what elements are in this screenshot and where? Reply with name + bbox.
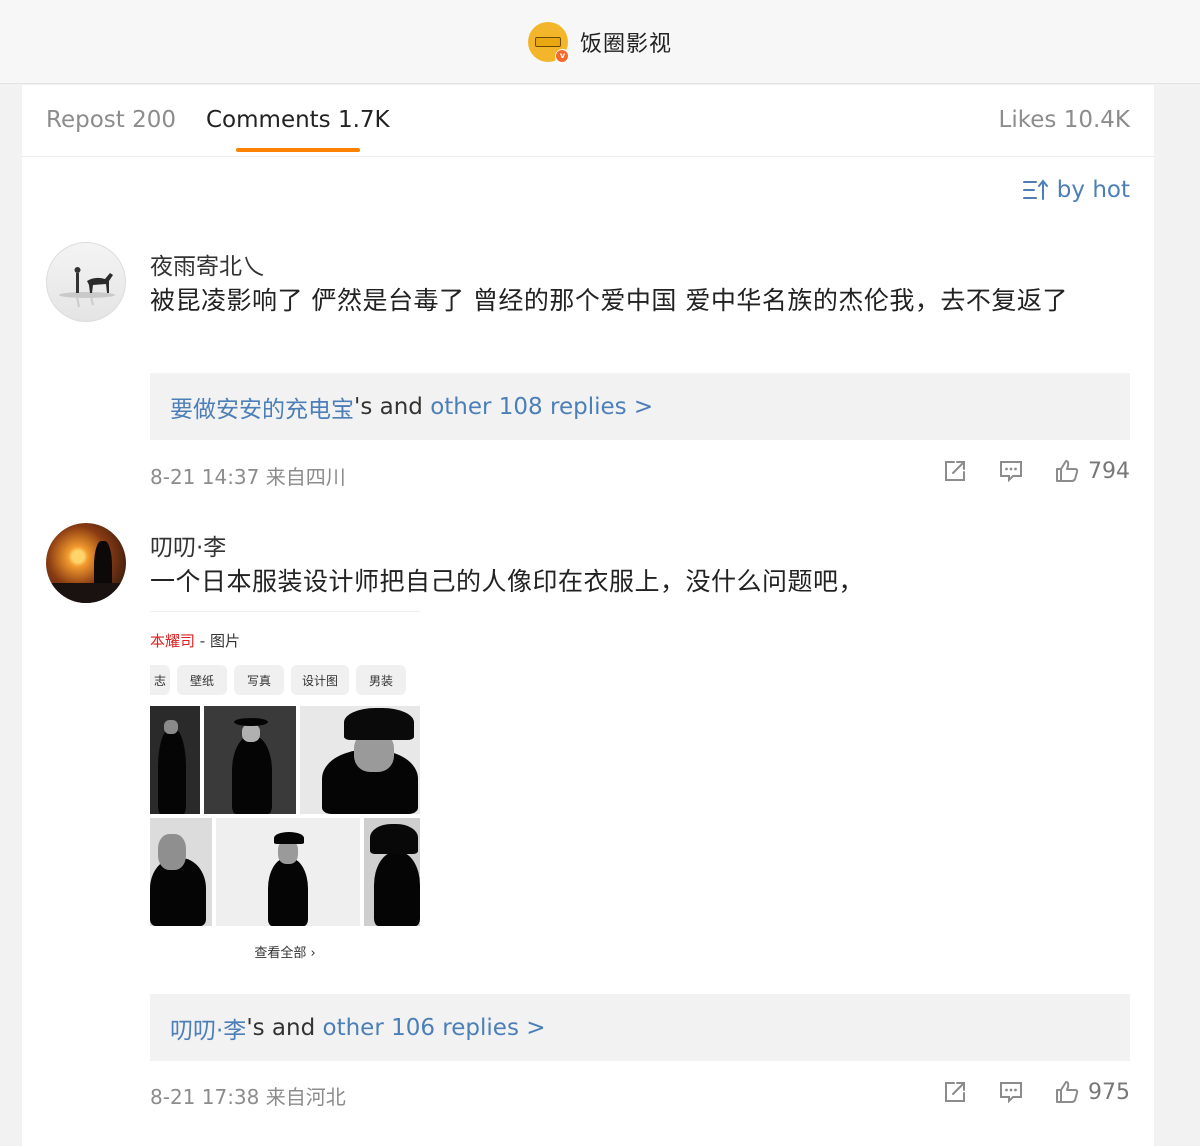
tab-bar: Repost 200 Comments 1.7K Likes 10.4K xyxy=(22,85,1154,157)
horse-silhouette-icon xyxy=(59,267,115,308)
embed-title-rest: - 图片 xyxy=(195,632,240,650)
reply-summary[interactable]: 叨叨·李 's and other 106 replies > xyxy=(150,994,1130,1061)
reply-connector: 's and xyxy=(354,393,431,420)
embed-chip: 壁纸 xyxy=(177,665,227,695)
comment-text: 被昆凌影响了 俨然是台毒了 曾经的那个爱中国 爱中华名族的杰伦我，去不复返了 xyxy=(150,286,1068,315)
share-icon[interactable] xyxy=(942,458,968,484)
tab-comments[interactable]: Comments 1.7K xyxy=(206,107,390,133)
embed-chip: 设计图 xyxy=(291,665,349,695)
comment-actions: 975 xyxy=(912,1079,1130,1105)
embed-chip: 男装 xyxy=(356,665,406,695)
photo-thumbnail xyxy=(204,706,296,814)
sort-label: by hot xyxy=(1056,177,1130,203)
reply-connector: 's and xyxy=(246,1014,323,1041)
reply-author-link[interactable]: 要做安安的充电宝 xyxy=(170,390,354,424)
photo-thumbnail xyxy=(364,818,420,926)
more-replies-link[interactable]: other 108 replies > xyxy=(430,394,653,420)
photo-thumbnail xyxy=(300,706,420,814)
comment-icon[interactable] xyxy=(998,458,1024,484)
photo-thumbnail xyxy=(150,706,200,814)
embed-title-highlight: 本耀司 xyxy=(150,632,196,650)
photo-thumbnail xyxy=(150,818,212,926)
view-all-link[interactable]: 查看全部 › xyxy=(150,942,420,961)
account-name[interactable]: 饭圈影视 xyxy=(580,26,672,58)
like-icon[interactable] xyxy=(1054,1079,1080,1105)
account-avatar[interactable]: v xyxy=(527,21,570,64)
brand-logo-icon xyxy=(534,36,561,47)
comment-actions: 794 xyxy=(912,458,1130,484)
avatar[interactable] xyxy=(46,242,126,322)
avatar[interactable] xyxy=(46,523,126,603)
comment-username[interactable]: 叨叨·李 xyxy=(150,528,226,562)
comment-icon[interactable] xyxy=(998,1079,1024,1105)
embed-chip: 写真 xyxy=(234,665,284,695)
page-header: v 饭圈影视 xyxy=(0,0,1200,84)
comment-meta: 8-21 17:38 来自河北 xyxy=(150,1085,346,1109)
comment-text: 一个日本服装设计师把自己的人像印在衣服上，没什么问题吧， xyxy=(150,567,865,596)
tab-likes[interactable]: Likes 10.4K xyxy=(999,107,1130,133)
embedded-image[interactable]: 本耀司 - 图片 志 壁纸 写真 设计图 男装 查看全部 › xyxy=(150,611,420,961)
sort-icon xyxy=(1022,179,1048,200)
share-icon[interactable] xyxy=(942,1079,968,1105)
embed-title: 本耀司 - 图片 xyxy=(150,630,240,651)
verified-badge-icon: v xyxy=(554,48,570,64)
reply-author-link[interactable]: 叨叨·李 xyxy=(170,1011,246,1045)
embed-chip: 志 xyxy=(150,665,170,695)
like-count: 975 xyxy=(1088,1079,1130,1105)
reply-summary[interactable]: 要做安安的充电宝 's and other 108 replies > xyxy=(150,373,1130,440)
tab-repost[interactable]: Repost 200 xyxy=(46,107,176,133)
like-icon[interactable] xyxy=(1054,458,1080,484)
comment-meta: 8-21 14:37 来自四川 xyxy=(150,465,346,489)
comment-username[interactable]: 夜雨寄北乀 xyxy=(150,247,265,281)
sort-button[interactable]: by hot xyxy=(1022,177,1130,203)
more-replies-link[interactable]: other 106 replies > xyxy=(323,1015,546,1041)
photo-thumbnail xyxy=(216,818,360,926)
embed-chip-row: 志 壁纸 写真 设计图 男装 xyxy=(150,665,413,695)
like-count: 794 xyxy=(1088,458,1130,484)
comments-panel: Repost 200 Comments 1.7K Likes 10.4K by … xyxy=(22,85,1154,1146)
active-tab-indicator xyxy=(236,148,360,152)
